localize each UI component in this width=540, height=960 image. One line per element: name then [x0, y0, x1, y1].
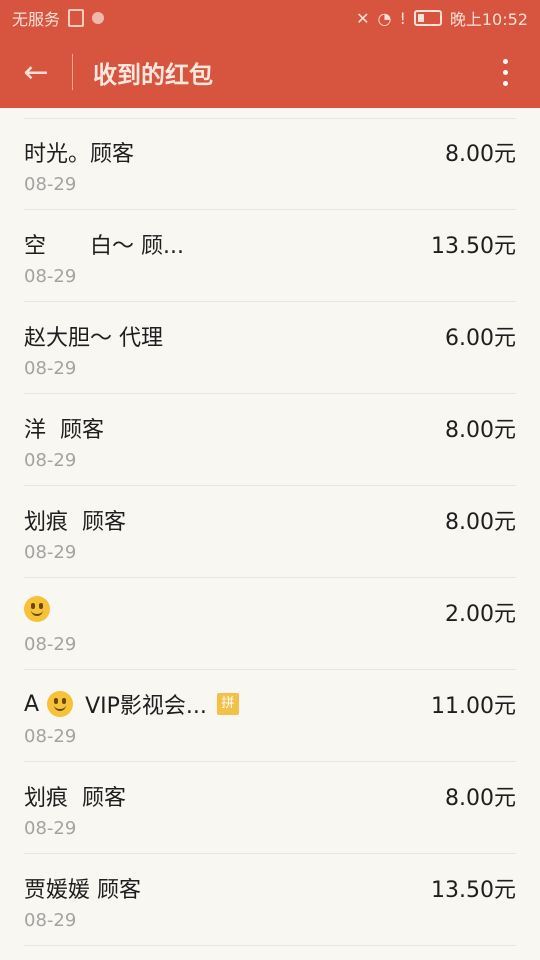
list-item[interactable]: 贾媛媛 顾客 13.50元 08-29 [24, 854, 516, 946]
sender-name: 划痕 顾客 [24, 510, 126, 535]
amount: 8.00元 [445, 510, 516, 535]
back-arrow-icon[interactable]: ← [0, 36, 72, 108]
date: 08-29 [24, 450, 77, 471]
amount: 13.50元 [431, 878, 516, 903]
more-options-icon[interactable] [470, 36, 540, 108]
date: 08-29 [24, 910, 77, 931]
page-title: 收到的红包 [93, 60, 213, 89]
red-packet-list: 时光。顾客 8.00元 08-29 空 白～ 顾... 13.50元 08-29… [0, 118, 540, 946]
date: 08-29 [24, 174, 77, 195]
sender-name-prefix: A [24, 691, 40, 717]
sender-name [24, 596, 50, 622]
date: 08-29 [24, 542, 77, 563]
list-item[interactable]: 划痕 顾客 8.00元 08-29 [24, 486, 516, 578]
amount: 8.00元 [445, 786, 516, 811]
sim-alert-icon: ! [399, 8, 406, 28]
sender-name: 时光。顾客 [24, 142, 135, 167]
list-item[interactable]: A VIP影视会... 拼 11.00元 08-29 [24, 670, 516, 762]
app-bar: ← 收到的红包 [0, 36, 540, 108]
list-item[interactable]: 空 白～ 顾... 13.50元 08-29 [24, 210, 516, 302]
battery-icon [413, 10, 442, 26]
pin-badge: 拼 [216, 693, 239, 715]
mute-icon: ✕ [356, 8, 370, 28]
clock: 晚上10:52 [449, 10, 528, 29]
status-bar: 无服务 ✕ ◔ ! 晚上10:52 [0, 0, 540, 36]
date: 08-29 [24, 358, 77, 379]
list-item[interactable]: 赵大胆～ 代理 6.00元 08-29 [24, 302, 516, 394]
list-item[interactable]: 2.00元 08-29 [24, 578, 516, 670]
date: 08-29 [24, 726, 77, 747]
amount: 2.00元 [445, 602, 516, 627]
sim-card-icon [68, 9, 85, 27]
date: 08-29 [24, 818, 77, 839]
list-item[interactable]: 洋 顾客 8.00元 08-29 [24, 394, 516, 486]
sender-name: 贾媛媛 顾客 [24, 878, 141, 903]
list-item[interactable]: 时光。顾客 8.00元 08-29 [24, 118, 516, 210]
date: 08-29 [24, 266, 77, 287]
sender-name-suffix: VIP影视会... [85, 694, 207, 719]
amount: 11.00元 [431, 694, 516, 719]
amount: 6.00元 [445, 326, 516, 351]
sender-name: 空 白～ 顾... [24, 234, 184, 259]
smile-emoji-icon [47, 691, 74, 717]
amount: 8.00元 [445, 142, 516, 167]
upside-down-smile-emoji-icon [24, 596, 50, 622]
sender-name: 划痕 顾客 [24, 786, 126, 811]
list-item[interactable]: 划痕 顾客 8.00元 08-29 [24, 762, 516, 854]
amount: 13.50元 [431, 234, 516, 259]
carrier-label: 无服务 [12, 10, 61, 29]
amount: 8.00元 [445, 418, 516, 443]
sender-name: A VIP影视会... 拼 [24, 688, 239, 720]
date: 08-29 [24, 634, 77, 655]
sender-name: 赵大胆～ 代理 [24, 326, 163, 351]
appbar-divider [72, 54, 73, 90]
wifi-icon: ◔ [377, 8, 392, 28]
huawei-logo-icon [92, 12, 105, 24]
sender-name: 洋 顾客 [24, 418, 104, 443]
